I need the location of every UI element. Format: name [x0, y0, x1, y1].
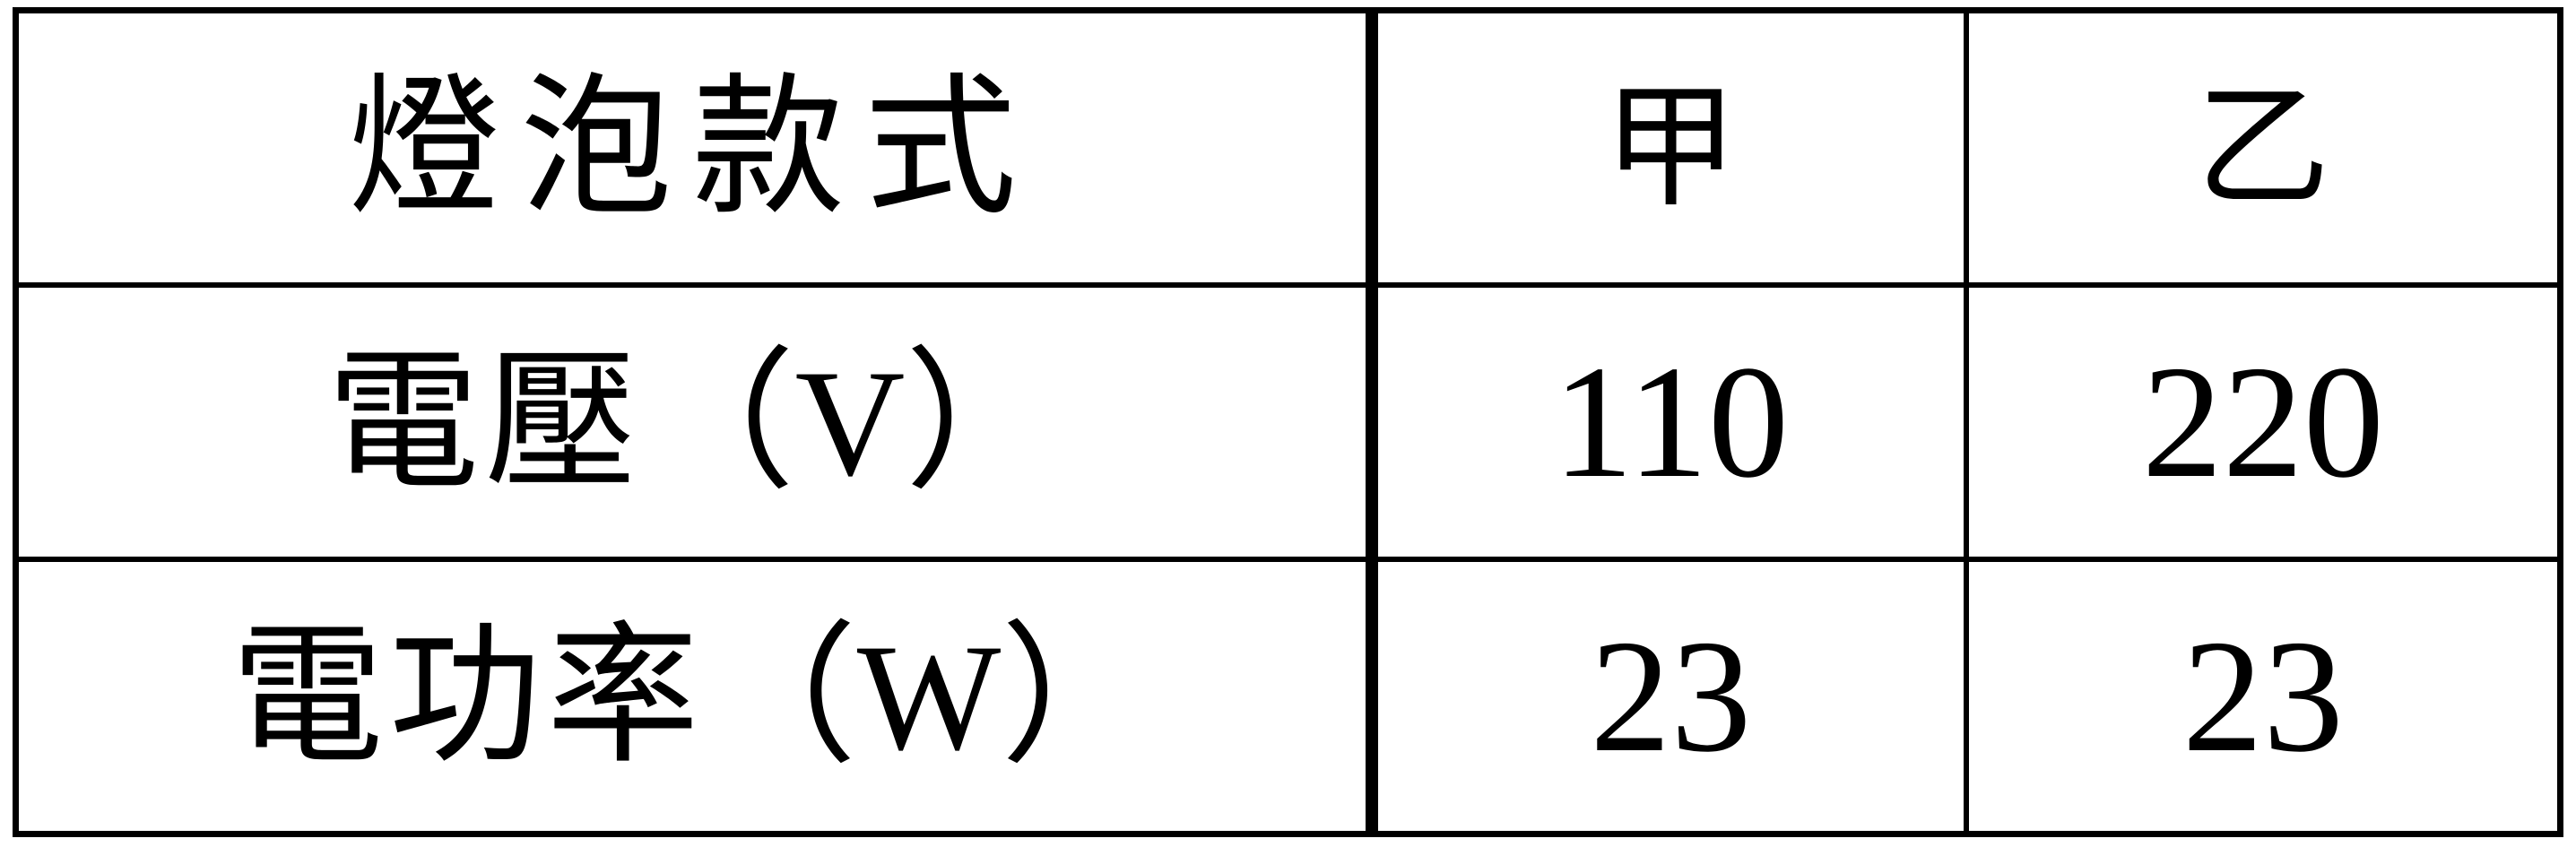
power-value-a: 23 — [1369, 557, 1969, 837]
voltage-value-b: 220 — [1963, 282, 2563, 562]
table-row-power: 電功率（W） 23 23 — [13, 557, 2563, 837]
voltage-value-a: 110 — [1369, 282, 1969, 562]
page: { "table": { "header": { "label": "燈泡款式"… — [0, 0, 2576, 847]
power-label-cell: 電功率（W） — [13, 557, 1378, 837]
power-paren-open: （ — [704, 607, 857, 785]
table-header-row: 燈泡款式 甲 乙 — [13, 7, 2563, 288]
power-paren-close: ） — [1001, 607, 1154, 785]
column-header-b: 乙 — [2195, 70, 2330, 226]
power-unit: W — [856, 612, 1002, 782]
voltage-unit: V — [794, 338, 906, 507]
column-header-a: 甲 — [1603, 70, 1739, 226]
voltage-paren-open: （ — [642, 333, 795, 511]
header-label: 燈泡款式 — [347, 59, 1036, 237]
power-label: 電功率 — [230, 607, 705, 785]
header-label-cell: 燈泡款式 — [13, 7, 1378, 288]
voltage-label-cell: 電壓（V） — [13, 282, 1378, 562]
bulb-spec-table: 燈泡款式 甲 乙 電壓（V） 110 220 電功率（W） 23 23 — [13, 7, 2563, 837]
power-value-b: 23 — [1963, 557, 2563, 837]
voltage-paren-close: ） — [905, 333, 1058, 511]
header-cell-bulb-b: 乙 — [1963, 7, 2563, 288]
header-cell-bulb-a: 甲 — [1369, 7, 1969, 288]
table-row-voltage: 電壓（V） 110 220 — [13, 282, 2563, 562]
voltage-label: 電壓 — [326, 333, 643, 511]
